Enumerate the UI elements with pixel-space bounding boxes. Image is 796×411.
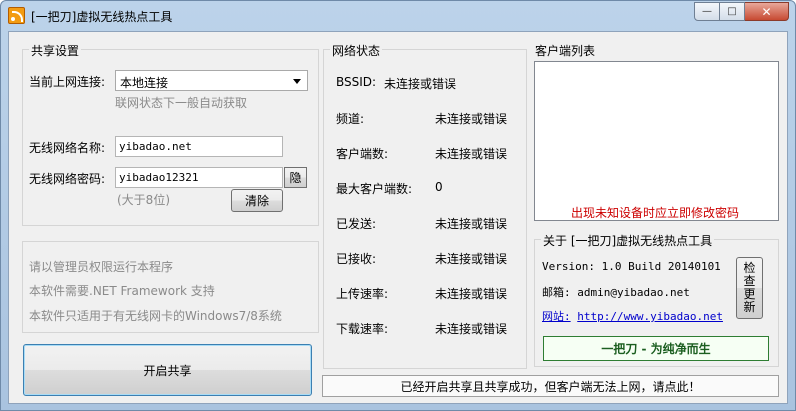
status-value-bssid: 未连接或错误 — [384, 77, 457, 91]
title-bar[interactable]: [一把刀]虚拟无线热点工具 — □ ✕ — [1, 1, 795, 31]
maximize-button[interactable]: □ — [720, 2, 745, 21]
share-settings-title: 共享设置 — [29, 42, 82, 59]
app-window: [一把刀]虚拟无线热点工具 — □ ✕ 共享设置 当前上网连接: 本地连接 联网… — [0, 0, 796, 411]
network-status-group: 网络状态 BSSID: 未连接或错误 频道: 未连接或错误 客户端数: 未连接或… — [323, 42, 527, 369]
window-controls: — □ ✕ — [694, 2, 789, 21]
about-title: 关于 [一把刀]虚拟无线热点工具 — [541, 232, 715, 249]
check-update-button[interactable]: 检 查 更 新 — [736, 257, 763, 319]
check-update-char-4: 新 — [743, 300, 756, 314]
connection-select-value: 本地连接 — [120, 76, 169, 90]
status-message-bar[interactable]: 已经开启共享且共享成功，但客户端无法上网，请点此！ — [322, 375, 779, 397]
notes-group: 请以管理员权限运行本程序 本软件需要.NET Framework 支持 本软件只… — [22, 241, 319, 333]
note-windows: 本软件只适用于有无线网卡的Windows7/8系统 — [29, 309, 282, 323]
status-label-max-clients: 最大客户端数: — [336, 182, 413, 196]
status-value-max-clients: 0 — [435, 180, 443, 194]
about-group: 关于 [一把刀]虚拟无线热点工具 Version: 1.0 Build 2014… — [534, 232, 779, 367]
ssid-label: 无线网络名称: — [29, 141, 106, 155]
start-share-button[interactable]: 开启共享 — [23, 344, 312, 396]
minimize-button[interactable]: — — [694, 2, 720, 21]
status-label-upload-rate: 上传速率: — [336, 287, 389, 301]
client-area: 共享设置 当前上网连接: 本地连接 联网状态下一般自动获取 无线网络名称: yi… — [8, 31, 788, 404]
chevron-down-icon — [293, 79, 301, 84]
status-label-bssid: BSSID: — [336, 75, 377, 89]
status-value-sent: 未连接或错误 — [435, 217, 508, 231]
connection-select[interactable]: 本地连接 — [115, 70, 308, 91]
website-link[interactable]: http://www.yibadao.net — [577, 310, 723, 323]
network-status-title: 网络状态 — [330, 42, 383, 59]
about-website: 网站: http://www.yibadao.net — [542, 308, 723, 324]
ssid-field-value: yibadao.net — [119, 140, 192, 153]
status-value-download-rate: 未连接或错误 — [435, 322, 508, 336]
rss-feed-icon — [8, 7, 25, 24]
status-label-channel: 频道: — [336, 112, 365, 126]
status-value-channel: 未连接或错误 — [435, 112, 508, 126]
website-label[interactable]: 网站: — [542, 310, 571, 323]
status-label-clients: 客户端数: — [336, 147, 389, 161]
window-title: [一把刀]虚拟无线热点工具 — [31, 10, 173, 24]
client-list-title: 客户端列表 — [535, 44, 596, 58]
about-email: 邮箱: admin@yibadao.net — [542, 286, 690, 299]
password-label: 无线网络密码: — [29, 172, 106, 186]
status-value-clients: 未连接或错误 — [435, 147, 508, 161]
note-admin: 请以管理员权限运行本程序 — [29, 260, 174, 274]
password-hint: (大于8位) — [117, 193, 170, 207]
share-settings-group: 共享设置 当前上网连接: 本地连接 联网状态下一般自动获取 无线网络名称: yi… — [22, 42, 319, 226]
hide-password-button[interactable]: 隐 — [284, 167, 307, 188]
status-value-upload-rate: 未连接或错误 — [435, 287, 508, 301]
ssid-field[interactable]: yibadao.net — [115, 136, 283, 157]
password-field-value: yibadao12321 — [119, 171, 199, 184]
status-label-sent: 已发送: — [336, 217, 377, 231]
slogan-banner[interactable]: 一把刀 - 为纯净而生 — [543, 336, 769, 361]
status-value-received: 未连接或错误 — [435, 252, 508, 266]
connection-hint: 联网状态下一般自动获取 — [115, 96, 248, 110]
close-button[interactable]: ✕ — [745, 2, 789, 21]
clear-button[interactable]: 清除 — [231, 189, 283, 212]
password-field[interactable]: yibadao12321 — [115, 167, 283, 188]
status-label-received: 已接收: — [336, 252, 377, 266]
about-version: Version: 1.0 Build 20140101 — [542, 260, 721, 273]
connection-label: 当前上网连接: — [29, 75, 106, 89]
status-label-download-rate: 下载速率: — [336, 322, 389, 336]
note-dotnet: 本软件需要.NET Framework 支持 — [29, 284, 215, 298]
client-list[interactable]: 出现未知设备时应立即修改密码 — [534, 61, 779, 221]
client-list-warning: 出现未知设备时应立即修改密码 — [571, 206, 740, 220]
